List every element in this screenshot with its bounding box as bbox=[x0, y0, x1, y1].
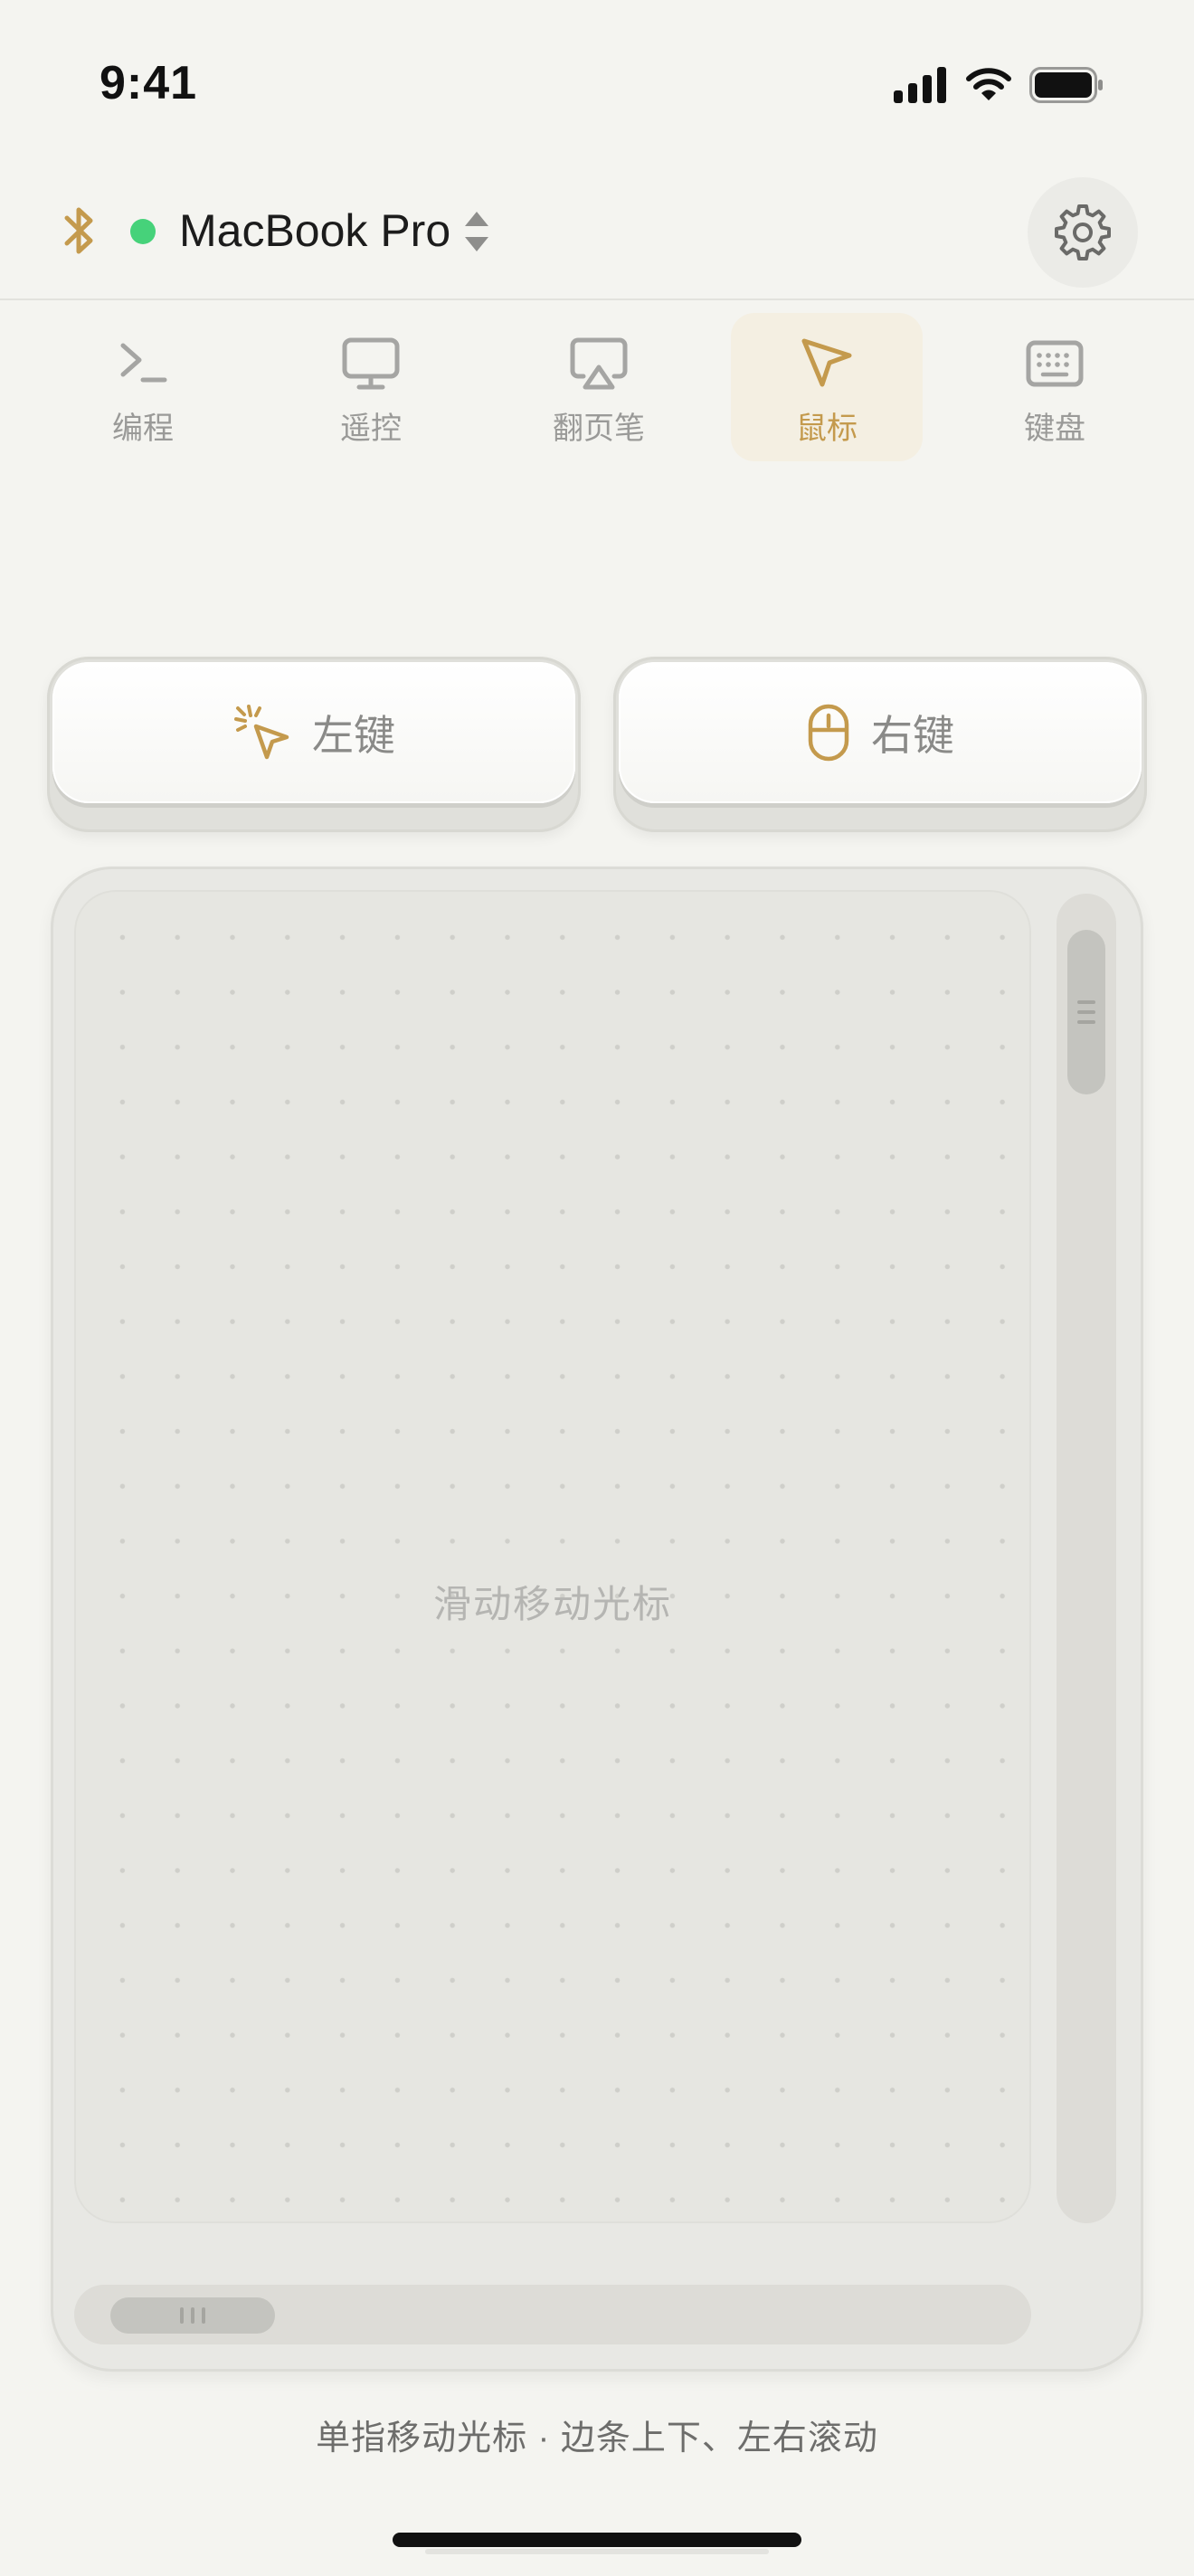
airplay-icon bbox=[570, 337, 628, 390]
tab-keyboard[interactable]: 键盘 bbox=[959, 313, 1151, 461]
vertical-scroll-handle[interactable] bbox=[1067, 930, 1105, 1094]
status-time: 9:41 bbox=[100, 57, 198, 109]
right-click-button[interactable]: 右键 bbox=[613, 657, 1147, 832]
mode-tabs: 编程 遥控 翻页笔 鼠标 键盘 bbox=[47, 313, 1151, 461]
horizontal-scroll-handle[interactable] bbox=[110, 2297, 275, 2334]
cursor-icon bbox=[801, 338, 852, 387]
chevron-up-down-icon[interactable] bbox=[461, 208, 492, 255]
right-click-label: 右键 bbox=[871, 712, 954, 759]
left-click-label: 左键 bbox=[312, 712, 395, 759]
tab-label: 翻页笔 bbox=[553, 412, 645, 446]
device-name[interactable]: MacBook Pro bbox=[179, 204, 450, 257]
tab-label: 遥控 bbox=[340, 412, 402, 446]
gear-icon bbox=[1055, 204, 1111, 260]
tab-mouse[interactable]: 鼠标 bbox=[731, 313, 923, 461]
usage-hint: 单指移动光标 · 边条上下、左右滚动 bbox=[316, 2420, 878, 2458]
left-click-button[interactable]: 左键 bbox=[47, 657, 581, 832]
tab-presenter[interactable]: 翻页笔 bbox=[503, 313, 695, 461]
status-icons bbox=[894, 67, 1104, 103]
wifi-icon bbox=[966, 68, 1011, 100]
mouse-buttons: 左键 右键 bbox=[47, 657, 1147, 832]
vertical-scroll-strip[interactable] bbox=[1057, 894, 1116, 2223]
header: MacBook Pro bbox=[0, 172, 1194, 300]
connection-status-dot bbox=[130, 219, 156, 244]
home-indicator[interactable] bbox=[393, 2533, 801, 2547]
battery-icon bbox=[1029, 67, 1103, 103]
signal-icon bbox=[894, 67, 946, 103]
tab-programming[interactable]: 编程 bbox=[47, 313, 239, 461]
terminal-icon bbox=[120, 343, 167, 383]
trackpad-surface[interactable]: 滑动移动光标 bbox=[74, 890, 1031, 2223]
trackpad-hint: 滑动移动光标 bbox=[432, 1583, 672, 1625]
tab-remote[interactable]: 遥控 bbox=[275, 313, 467, 461]
cursor-click-icon bbox=[234, 705, 289, 760]
tab-label: 编程 bbox=[112, 412, 174, 446]
keyboard-icon bbox=[1026, 340, 1084, 387]
settings-button[interactable] bbox=[1028, 177, 1138, 288]
mouse-icon bbox=[808, 704, 849, 762]
trackpad-panel: 滑动移动光标 bbox=[51, 867, 1143, 2372]
horizontal-scroll-strip[interactable] bbox=[74, 2285, 1031, 2344]
status-bar: 9:41 bbox=[0, 0, 1194, 172]
home-indicator-shadow bbox=[425, 2549, 769, 2554]
monitor-icon bbox=[342, 337, 400, 390]
tab-label: 键盘 bbox=[1024, 412, 1085, 446]
tab-label: 鼠标 bbox=[796, 412, 858, 446]
bluetooth-icon bbox=[64, 207, 93, 254]
